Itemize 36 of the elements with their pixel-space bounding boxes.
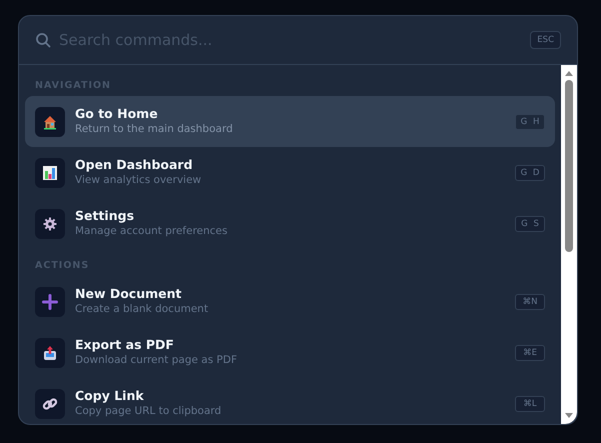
scroll-thumb[interactable] — [565, 80, 573, 252]
scroll-up-icon[interactable] — [564, 69, 574, 77]
escape-key: ESC — [530, 31, 561, 49]
command-title: Export as PDF — [75, 337, 175, 353]
shortcut-key: ⌘L — [515, 396, 545, 412]
outbox-tray-icon — [42, 344, 58, 360]
command-item[interactable]: Open Dashboard View analytics overview G D — [25, 147, 555, 198]
link-icon — [42, 396, 58, 412]
gear-icon — [43, 216, 57, 230]
command-title: Open Dashboard — [75, 157, 194, 173]
command-description: Manage account preferences — [75, 224, 228, 239]
command-item[interactable]: Go to Home Return to the main dashboard G H — [25, 96, 555, 147]
scroll-down-icon[interactable] — [564, 412, 574, 420]
shortcut-key: G H — [515, 114, 545, 130]
shortcut-key: G S — [515, 216, 545, 232]
shortcut-key: ⌘N — [515, 294, 545, 310]
plus-icon — [42, 294, 58, 310]
search-icon — [35, 32, 51, 48]
command-item[interactable]: Settings Manage account preferences G S — [25, 198, 555, 249]
command-title: Settings — [75, 208, 136, 224]
shortcut-key: ⌘E — [515, 344, 545, 360]
command-item[interactable]: Export as PDF Download current page as PDF ⌘E — [25, 327, 555, 378]
command-item[interactable]: Copy Link Copy page URL to clipboard ⌘L — [25, 378, 555, 424]
command-title: Copy Link — [75, 388, 145, 404]
house-icon — [42, 114, 58, 130]
command-title: New Document — [75, 286, 182, 302]
scrollbar[interactable] — [561, 65, 577, 424]
command-description: Return to the main dashboard — [75, 122, 234, 137]
bar-chart-icon — [42, 164, 58, 180]
command-title: Go to Home — [75, 106, 159, 122]
command-description: Download current page as PDF — [75, 353, 238, 368]
command-description: View analytics overview — [75, 173, 202, 188]
shortcut-key: G D — [515, 164, 545, 180]
command-description: Create a blank document — [75, 302, 210, 317]
command-item[interactable]: New Document Create a blank document ⌘N — [25, 276, 555, 327]
command-description: Copy page URL to clipboard — [75, 404, 222, 419]
